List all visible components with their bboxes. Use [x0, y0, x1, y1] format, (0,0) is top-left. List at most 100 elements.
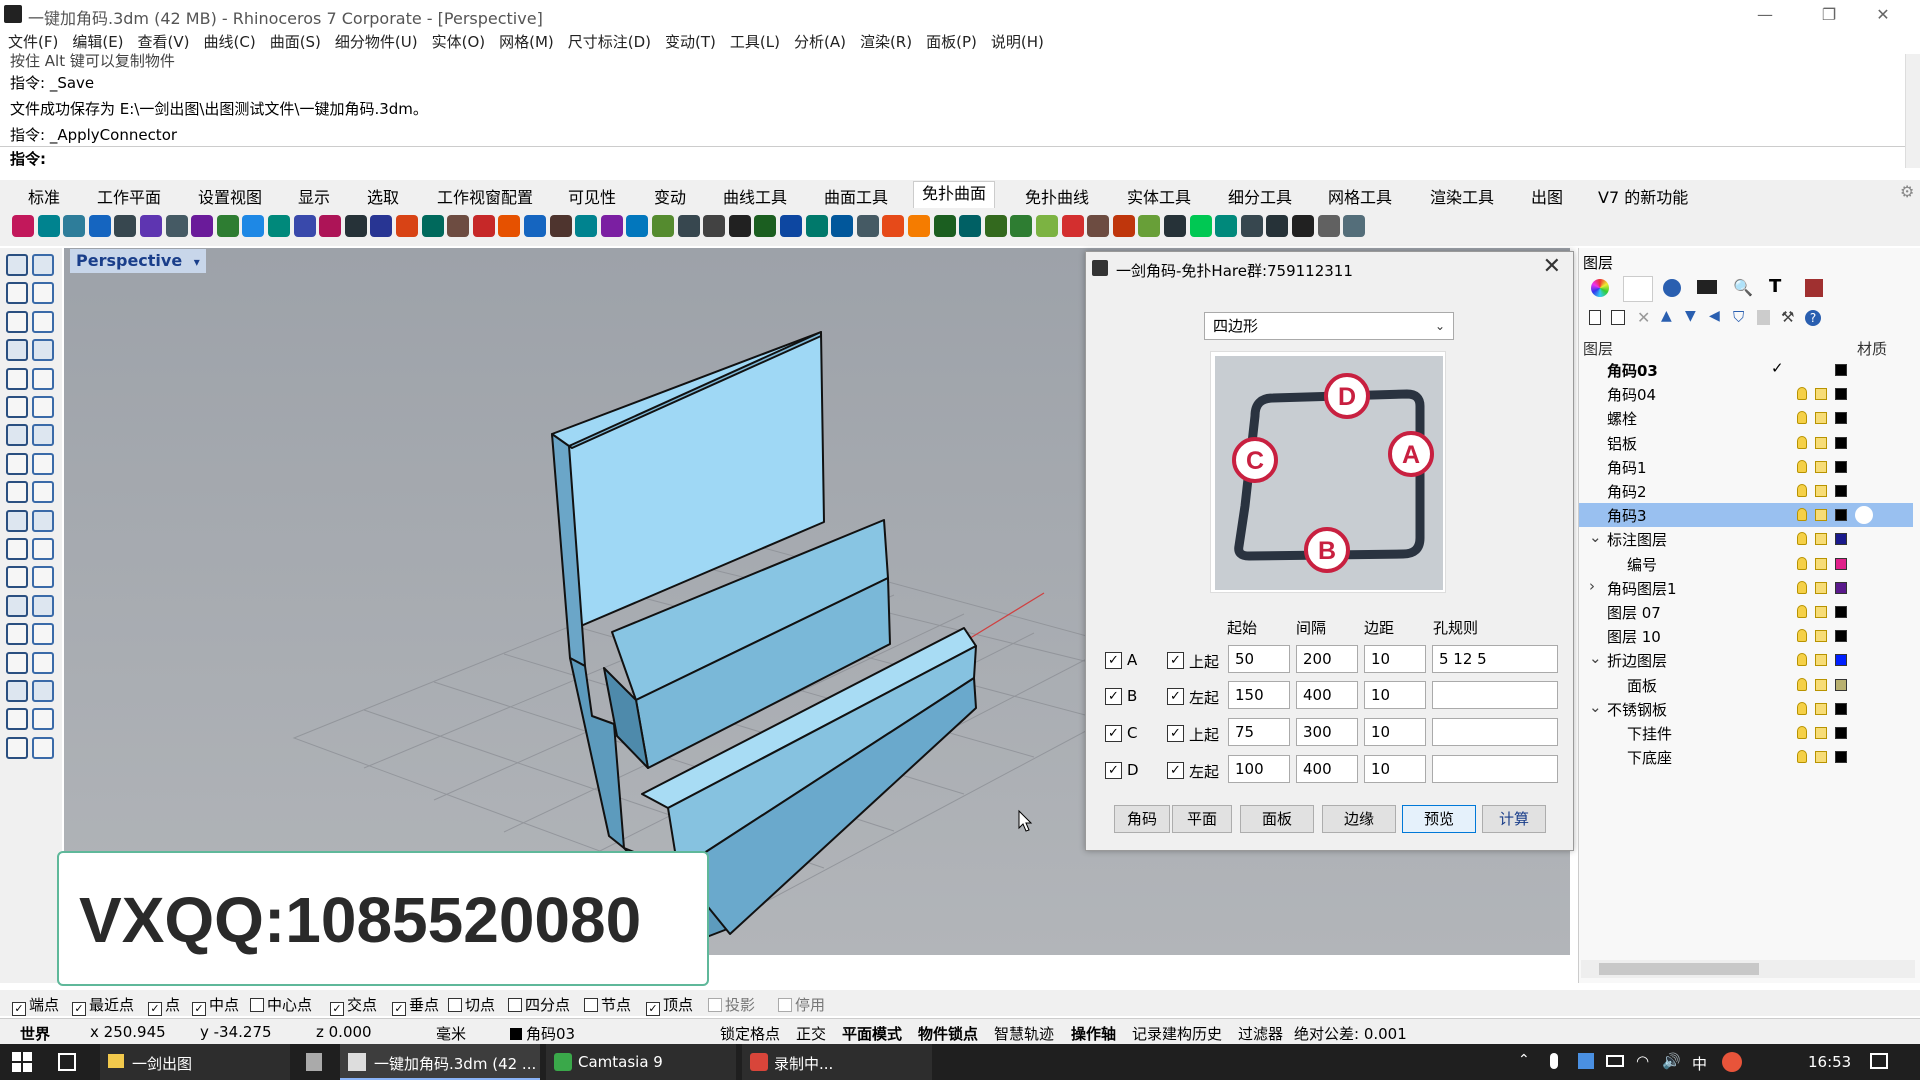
toolbar-tool-icon[interactable]	[703, 215, 726, 237]
layer-color-swatch[interactable]	[1835, 485, 1847, 497]
toolbar-tool-icon[interactable]	[780, 215, 802, 237]
status-planar[interactable]: 平面模式	[842, 1023, 902, 1044]
osnap-toggle[interactable]: 停用	[778, 994, 825, 1015]
left-tool-icon[interactable]	[32, 623, 54, 646]
input-c-margin[interactable]: 10	[1364, 718, 1426, 746]
osnap-toggle[interactable]: 中心点	[250, 994, 312, 1015]
status-gumball[interactable]: 操作轴	[1071, 1023, 1116, 1044]
osnap-checkbox[interactable]	[778, 998, 792, 1012]
tab-select[interactable]: 选取	[367, 184, 399, 208]
osnap-checkbox[interactable]	[584, 998, 598, 1012]
left-tool-icon[interactable]	[6, 339, 28, 362]
left-tool-icon[interactable]	[6, 310, 28, 333]
lock-icon[interactable]	[1815, 630, 1827, 643]
checkbox-b-mode[interactable]: ✓	[1167, 688, 1184, 705]
visibility-bulb-icon[interactable]	[1797, 459, 1807, 473]
left-tool-icon[interactable]	[32, 680, 54, 702]
layer-color-swatch[interactable]	[1835, 460, 1847, 473]
visibility-bulb-icon[interactable]	[1797, 605, 1807, 618]
osnap-toggle[interactable]: 切点	[448, 994, 495, 1015]
toolbar-tool-icon[interactable]	[1138, 215, 1161, 237]
input-d-hole[interactable]	[1432, 755, 1558, 783]
toolbar-tool-icon[interactable]	[984, 215, 1007, 237]
toolbar-tool-icon[interactable]	[1112, 215, 1135, 237]
taskbar-app-recording[interactable]: 录制中...	[742, 1044, 932, 1080]
tab-viewport-layout[interactable]: 工作视窗配置	[437, 184, 533, 208]
toolbar-tool-icon[interactable]	[1317, 215, 1340, 237]
osnap-checkbox[interactable]: ✓	[646, 1002, 660, 1016]
toolbar-tool-icon[interactable]	[1189, 215, 1212, 237]
layer-color-swatch[interactable]	[1835, 533, 1847, 546]
visibility-bulb-icon[interactable]	[1797, 411, 1807, 425]
layer-color-swatch[interactable]	[1835, 751, 1847, 764]
toolbar-tool-icon[interactable]	[1164, 215, 1186, 237]
lock-icon[interactable]	[1815, 557, 1827, 570]
lock-icon[interactable]	[1815, 485, 1827, 497]
menu-solid[interactable]: 实体(O)	[432, 30, 486, 54]
layer-color-swatch[interactable]	[1835, 727, 1847, 739]
lock-icon[interactable]	[1815, 460, 1827, 473]
layer-color-swatch[interactable]	[1835, 581, 1847, 594]
layer-color-swatch[interactable]	[1835, 678, 1847, 691]
lock-icon[interactable]	[1815, 388, 1827, 401]
osnap-toggle[interactable]: 节点	[584, 994, 631, 1015]
status-record-history[interactable]: 记录建构历史	[1132, 1023, 1222, 1044]
menu-surface[interactable]: 曲面(S)	[270, 30, 321, 54]
shape-dropdown[interactable]: 四边形 ⌄	[1204, 312, 1454, 340]
layer-color-swatch[interactable]	[1835, 436, 1847, 449]
left-tool-icon[interactable]	[6, 452, 28, 475]
checkbox-a-mode[interactable]: ✓	[1167, 652, 1184, 669]
left-tool-icon[interactable]	[6, 481, 28, 504]
tab-v7-new[interactable]: V7 的新功能	[1598, 184, 1688, 208]
calculator-icon[interactable]	[306, 1053, 322, 1071]
left-tool-icon[interactable]	[6, 623, 28, 646]
expand-chevron-icon[interactable]: ⌄	[1589, 528, 1602, 546]
osnap-toggle[interactable]: ✓ 中点	[192, 994, 239, 1016]
preview-button[interactable]: 预览	[1402, 805, 1476, 833]
clock[interactable]: 16:53	[1808, 1053, 1851, 1071]
layers-hscrollbar[interactable]	[1581, 960, 1915, 978]
tab-cplanes[interactable]: 工作平面	[97, 184, 161, 208]
visibility-bulb-icon[interactable]	[1797, 750, 1807, 764]
search-icon[interactable]: 🔍	[1733, 278, 1753, 297]
panel-button[interactable]: 面板	[1240, 805, 1314, 833]
tab-mianpu-curve[interactable]: 免扑曲线	[1025, 184, 1089, 208]
expand-chevron-icon[interactable]: ⌄	[1589, 698, 1602, 716]
layer-row[interactable]: ⌄ 不锈钢板	[1579, 697, 1913, 721]
maximize-button[interactable]: ❐	[1806, 2, 1852, 28]
left-tool-icon[interactable]	[6, 367, 28, 390]
osnap-checkbox[interactable]: ✓	[72, 1002, 86, 1016]
layer-row[interactable]: ⌄ 折边图层	[1579, 648, 1913, 672]
connector-button[interactable]: 角码	[1114, 805, 1170, 833]
toolbar-tool-icon[interactable]	[370, 215, 393, 237]
toolbar-tool-icon[interactable]	[344, 215, 367, 237]
left-tool-icon[interactable]	[6, 509, 28, 532]
help-icon[interactable]: ?	[1805, 310, 1821, 326]
layer-row[interactable]: 角码2	[1579, 479, 1913, 503]
tab-set-view[interactable]: 设置视图	[198, 184, 262, 208]
left-tool-icon[interactable]	[32, 367, 54, 390]
text-tab-icon[interactable]: T	[1769, 276, 1781, 297]
toolbar-tool-icon[interactable]	[37, 215, 60, 237]
toolbar-tool-icon[interactable]	[908, 215, 930, 237]
windows-start-icon[interactable]	[12, 1052, 32, 1072]
toolbar-tool-icon[interactable]	[421, 215, 444, 237]
wifi-icon[interactable]: ◠	[1636, 1052, 1649, 1070]
osnap-toggle[interactable]: ✓ 交点	[330, 994, 377, 1016]
osnap-toggle[interactable]: 投影	[708, 994, 755, 1015]
toolbar-tool-icon[interactable]	[1036, 215, 1058, 237]
toolbar-tool-icon[interactable]	[1061, 215, 1084, 237]
layer-row[interactable]: 角码04	[1579, 382, 1913, 406]
menu-subd[interactable]: 细分物件(U)	[335, 30, 418, 54]
new-sublayer-icon[interactable]	[1611, 310, 1625, 325]
layer-row[interactable]: 下底座	[1579, 745, 1913, 769]
status-layer[interactable]: 角码03	[510, 1023, 575, 1044]
visibility-bulb-icon[interactable]	[1797, 508, 1807, 522]
input-c-gap[interactable]: 300	[1296, 718, 1358, 746]
toolbar-tool-icon[interactable]	[63, 215, 86, 237]
osnap-checkbox[interactable]: ✓	[12, 1002, 26, 1016]
input-b-margin[interactable]: 10	[1364, 681, 1426, 709]
filter-icon[interactable]: ⛉	[1733, 308, 1744, 326]
ime-icon[interactable]	[1722, 1052, 1742, 1072]
move-down-icon[interactable]: ▼	[1685, 308, 1696, 324]
